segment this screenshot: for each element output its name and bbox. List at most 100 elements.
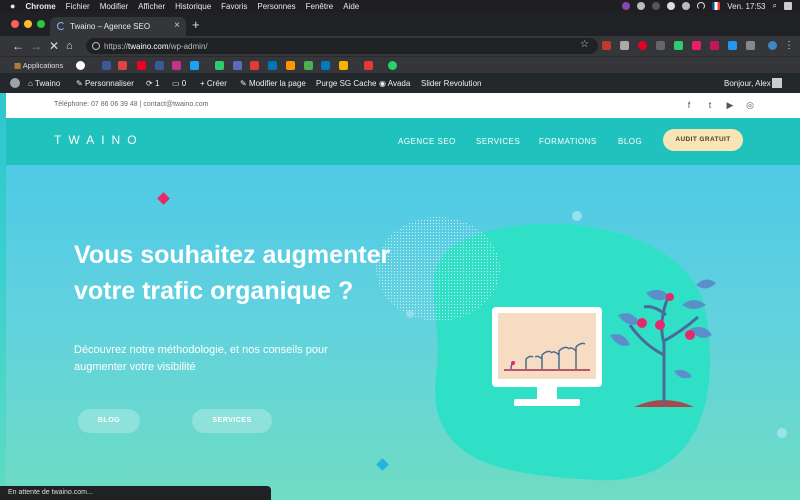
wp-customize[interactable]: ✎ Personnaliser [76,79,134,88]
extension-icon[interactable] [728,41,737,50]
menu-modifier[interactable]: Modifier [100,2,128,11]
menu-fenetre[interactable]: Fenêtre [306,2,334,11]
instagram-icon[interactable]: ◎ [745,100,755,110]
plus-icon: + [200,79,205,88]
home-icon[interactable]: ⌂ [66,39,73,53]
bookmark-icon[interactable] [250,61,259,70]
blog-button[interactable]: BLOG [78,409,140,433]
bookmark-icon[interactable] [118,61,127,70]
menu-chrome[interactable]: Chrome [25,2,55,11]
wp-site-name[interactable]: ⌂ Twaino [28,79,60,88]
bookmarks-bar: ▦ Applications [0,56,800,73]
wp-updates[interactable]: ⟳ 1 [146,79,159,88]
wp-comments[interactable]: ▭ 0 [172,79,186,88]
extension-icon[interactable] [638,41,647,50]
notification-center-icon[interactable] [784,2,792,10]
bookmark-whatsapp-icon[interactable] [388,61,397,70]
spotlight-icon[interactable]: ⌕ [773,1,777,11]
status-app-icon[interactable] [682,2,691,10]
close-tab-icon[interactable]: × [174,20,180,31]
status-app-icon[interactable] [622,2,631,10]
facebook-icon[interactable]: f [684,100,694,110]
site-info-icon[interactable] [92,42,100,50]
profile-avatar[interactable] [768,41,777,50]
tab-title: Twaino – Agence SEO [70,22,151,31]
audit-gratuit-button[interactable]: AUDIT GRATUIT [663,129,743,151]
extension-icon[interactable] [710,41,719,50]
bookmark-facebook-icon[interactable] [155,61,164,70]
bookmark-google-icon[interactable] [76,61,85,70]
menu-historique[interactable]: Historique [175,2,211,11]
status-app-icon[interactable] [637,2,646,10]
status-app-icon[interactable] [652,2,661,10]
twitter-icon[interactable]: t [705,100,715,110]
nav-services[interactable]: SERVICES [476,137,520,146]
home-icon: ⌂ [28,79,33,88]
close-window-button[interactable] [11,20,19,28]
bookmark-star-icon[interactable]: ☆ [580,39,589,50]
decorative-dot [406,310,414,318]
clock[interactable]: Ven. 17:53 [727,2,765,11]
bookmark-icon[interactable] [364,61,373,70]
bookmark-icon[interactable] [215,61,224,70]
bookmark-instagram-icon[interactable] [172,61,181,70]
new-tab-icon[interactable]: + [192,17,200,32]
menu-afficher[interactable]: Afficher [138,2,165,11]
bookmark-icon[interactable] [304,61,313,70]
wordpress-logo-icon[interactable] [10,78,20,88]
menu-aide[interactable]: Aide [343,2,359,11]
macos-menu-bar: ● Chrome Fichier Modifier Afficher Histo… [0,0,800,12]
extension-icon[interactable] [656,41,665,50]
stop-loading-icon[interactable]: ✕ [49,39,59,53]
extension-icon[interactable] [692,41,701,50]
wp-avada[interactable]: ◉ Avada [379,79,410,88]
wp-avada-label: Avada [387,79,411,88]
nav-formations[interactable]: FORMATIONS [539,137,597,146]
services-button[interactable]: SERVICES [192,409,272,433]
bookmark-trello-icon[interactable] [321,61,330,70]
wp-edit-page[interactable]: ✎ Modifier la page [240,79,306,88]
menu-kebab-icon[interactable]: ⋮ [784,39,794,53]
youtube-icon[interactable]: ▶ [725,100,735,110]
back-arrow-icon[interactable]: ← [12,39,24,53]
web-page: Téléphone: 07 86 06 39 48 | contact@twai… [0,93,800,500]
wp-new[interactable]: + Créer [200,79,227,88]
extension-icon[interactable] [602,41,611,50]
hero-illustration [157,192,787,481]
wp-greeting[interactable]: Bonjour, Alex [724,79,771,88]
bookmark-apps[interactable]: ▦ Applications [14,61,63,70]
menu-personnes[interactable]: Personnes [257,2,295,11]
minimize-window-button[interactable] [24,20,32,28]
maximize-window-button[interactable] [37,20,45,28]
menu-favoris[interactable]: Favoris [221,2,247,11]
forward-arrow-icon[interactable]: → [30,39,42,53]
bookmark-twitter-icon[interactable] [190,61,199,70]
extension-icon[interactable] [620,41,629,50]
bookmark-linkedin-icon[interactable] [268,61,277,70]
nav-blog[interactable]: BLOG [618,137,642,146]
avatar[interactable] [772,78,782,88]
nav-agence-seo[interactable]: AGENCE SEO [398,137,456,146]
bookmark-icon[interactable] [339,61,348,70]
menu-fichier[interactable]: Fichier [66,2,90,11]
wp-slider-revolution[interactable]: Slider Revolution [421,79,481,88]
bookmark-apps-label: Applications [22,61,64,70]
bookmark-icon[interactable] [286,61,295,70]
browser-tab[interactable]: Twaino – Agence SEO × [50,17,186,36]
wp-purge-cache[interactable]: Purge SG Cache [316,79,376,88]
top-info-bar: Téléphone: 07 86 06 39 48 | contact@twai… [6,93,800,118]
cloud-icon[interactable] [667,2,676,10]
site-logo[interactable]: TWAINO [54,133,144,147]
wp-site-name-label: Twaino [34,79,61,88]
address-bar[interactable]: https://twaino.com/wp-admin/ [86,38,598,54]
pink-diamond [157,192,170,205]
extension-icon[interactable] [674,41,683,50]
refresh-icon: ⟳ [146,79,153,88]
extension-icon[interactable] [746,41,755,50]
bookmark-icon[interactable] [137,61,146,70]
apple-menu-icon[interactable]: ● [10,1,15,11]
wifi-icon[interactable] [697,2,706,10]
bookmark-icon[interactable] [233,61,242,70]
flag-fr-icon[interactable] [712,2,721,10]
bookmark-icon[interactable] [102,61,111,70]
